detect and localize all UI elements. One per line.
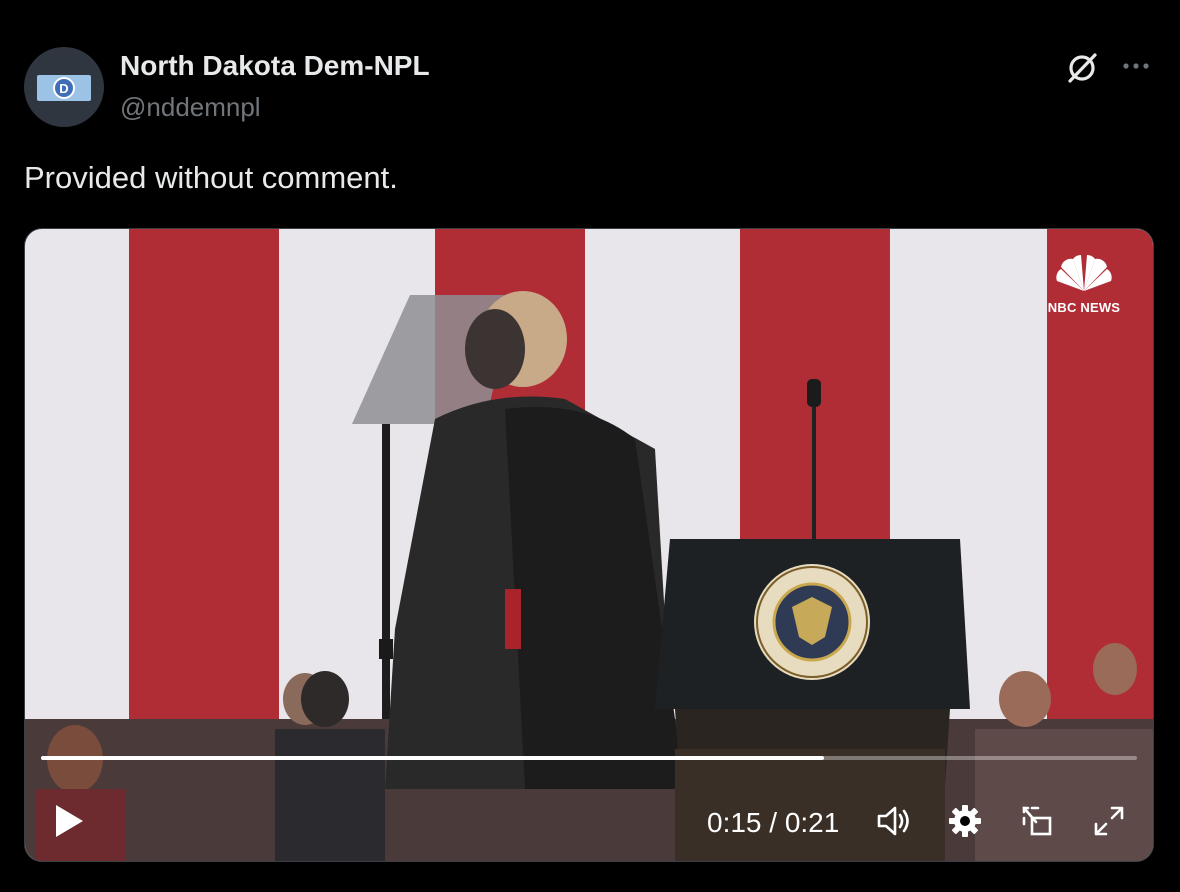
avatar[interactable]: D	[24, 47, 104, 127]
time-display: 0:15 / 0:21	[707, 807, 840, 838]
video-controls: 0:15 / 0:21	[25, 781, 1153, 861]
tweet-text: Provided without comment.	[24, 160, 398, 195]
video-frame	[25, 229, 1153, 861]
volume-button[interactable]	[871, 799, 915, 843]
grok-icon[interactable]	[1064, 50, 1100, 86]
play-button[interactable]	[49, 799, 89, 843]
nd-dem-logo: D	[37, 75, 91, 101]
svg-text:D: D	[59, 81, 68, 96]
pip-button[interactable]	[1015, 799, 1059, 843]
settings-button[interactable]	[943, 799, 987, 843]
author-handle[interactable]: @nddemnpl	[120, 92, 261, 123]
video-progress-bar[interactable]	[41, 756, 1137, 760]
nbc-news-watermark: NBC NEWS	[1047, 253, 1121, 315]
video-progress-fill	[41, 756, 824, 760]
video-player[interactable]: NBC NEWS 0:15 / 0:21	[24, 228, 1154, 862]
more-icon[interactable]	[1118, 52, 1154, 82]
gear-icon	[949, 805, 981, 837]
play-icon	[56, 805, 83, 837]
fullscreen-icon	[1094, 806, 1124, 836]
watermark-label: NBC NEWS	[1047, 300, 1121, 315]
author-name[interactable]: North Dakota Dem-NPL	[120, 50, 430, 82]
peacock-icon	[1056, 255, 1112, 291]
pip-icon	[1022, 806, 1052, 836]
fullscreen-button[interactable]	[1087, 799, 1131, 843]
volume-icon	[877, 806, 909, 836]
